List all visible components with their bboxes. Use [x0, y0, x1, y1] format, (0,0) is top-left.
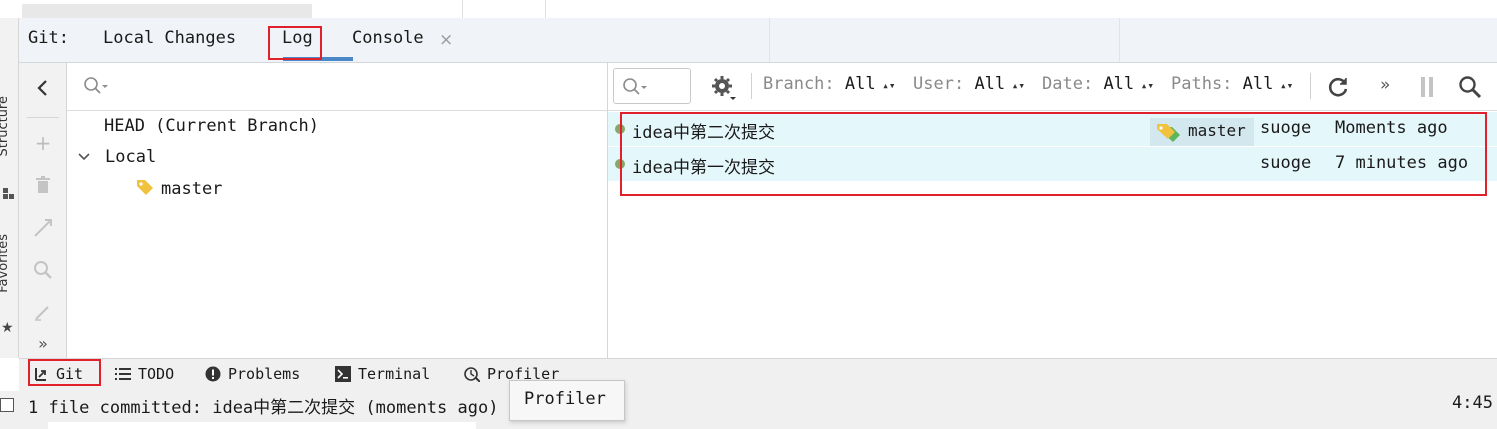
star-icon: ★: [1, 320, 14, 336]
branch-search-field[interactable]: [67, 63, 607, 111]
merge-icon[interactable]: [31, 216, 55, 240]
left-tool-strip: Structure Favorites ★: [0, 18, 19, 358]
pause-icon[interactable]: [1420, 77, 1434, 101]
search-icon[interactable]: [1458, 75, 1482, 103]
structure-icon: [3, 184, 14, 199]
log-toolbar: Branch: All ▴▾ User: All ▴▾ Date: All ▴▾…: [608, 63, 1497, 111]
tool-terminal-button[interactable]: Terminal: [335, 365, 430, 383]
dropdown-icon: ▴▾: [1134, 79, 1155, 92]
tool-problems-button[interactable]: Problems: [205, 365, 300, 383]
dropdown-icon: ▴▾: [1005, 79, 1026, 92]
branches-panel: HEAD (Current Branch) Local master: [67, 63, 608, 358]
filter-date[interactable]: Date: All ▴▾: [1042, 74, 1154, 94]
branches-toolbar: + »: [19, 63, 67, 358]
highlight-box-log-tab: [268, 26, 322, 60]
bottom-tool-bar: Git TODO Problems Terminal Profiler: [19, 358, 1497, 392]
toolbar-divider: [1310, 73, 1311, 99]
editor-tab[interactable]: [462, 0, 546, 18]
search-icon[interactable]: [31, 258, 55, 282]
toolbar-divider: [751, 73, 752, 99]
edit-icon[interactable]: [31, 300, 55, 324]
branch-item-master[interactable]: master: [135, 178, 222, 201]
tag-icon: [135, 178, 155, 201]
list-icon: [115, 368, 131, 380]
editor-tab-strip: [0, 0, 1497, 18]
branch-head[interactable]: HEAD (Current Branch): [104, 116, 319, 136]
terminal-icon: [335, 366, 351, 382]
log-search-field[interactable]: [613, 68, 691, 104]
header-divider: [769, 18, 770, 62]
filter-branch[interactable]: Branch: All ▴▾: [763, 74, 896, 94]
problems-icon: [205, 366, 221, 382]
side-tab-structure[interactable]: Structure: [0, 96, 11, 156]
tool-window-title: Git:: [28, 28, 69, 48]
trash-icon[interactable]: [31, 173, 55, 197]
chevron-left-icon[interactable]: [31, 76, 55, 100]
refresh-icon[interactable]: [1326, 75, 1350, 103]
close-icon[interactable]: ×: [439, 30, 453, 50]
highlight-box-git: [28, 359, 101, 386]
highlight-box-commits: [620, 112, 1487, 196]
filter-user[interactable]: User: All ▴▾: [913, 74, 1025, 94]
gear-icon[interactable]: [710, 74, 738, 106]
profiler-icon: [464, 367, 480, 382]
search-icon: [83, 76, 109, 100]
dropdown-icon: ▴▾: [875, 79, 896, 92]
tab-console[interactable]: Console: [352, 28, 424, 48]
branch-group-local[interactable]: Local: [105, 147, 156, 167]
more-icon[interactable]: »: [31, 331, 55, 355]
toolbar-divider: [27, 117, 59, 118]
tool-todo-button[interactable]: TODO: [115, 365, 174, 383]
tooltip: Profiler: [509, 380, 625, 421]
editor-tab[interactable]: [22, 4, 312, 18]
tab-local-changes[interactable]: Local Changes: [103, 28, 236, 48]
status-strip: [48, 422, 476, 429]
tooltip-text: Profiler: [524, 389, 606, 409]
more-icon[interactable]: »: [1380, 75, 1390, 95]
status-time[interactable]: 4:45: [1452, 393, 1493, 413]
side-tab-favorites[interactable]: Favorites: [0, 234, 11, 293]
status-bar: 1 file committed: idea中第二次提交 (moments ag…: [0, 391, 1497, 429]
chevron-down-icon[interactable]: [77, 148, 91, 168]
status-message[interactable]: 1 file committed: idea中第二次提交 (moments ag…: [28, 393, 498, 418]
tool-window-header: Git: Local Changes Log Console ×: [19, 18, 1497, 63]
filter-paths[interactable]: Paths: All ▴▾: [1171, 74, 1293, 94]
status-toggle-icon[interactable]: [0, 398, 14, 412]
log-panel: Branch: All ▴▾ User: All ▴▾ Date: All ▴▾…: [608, 63, 1497, 358]
search-icon: [622, 77, 648, 101]
dropdown-icon: ▴▾: [1273, 79, 1294, 92]
add-icon[interactable]: +: [31, 131, 55, 155]
header-divider: [1119, 18, 1120, 62]
